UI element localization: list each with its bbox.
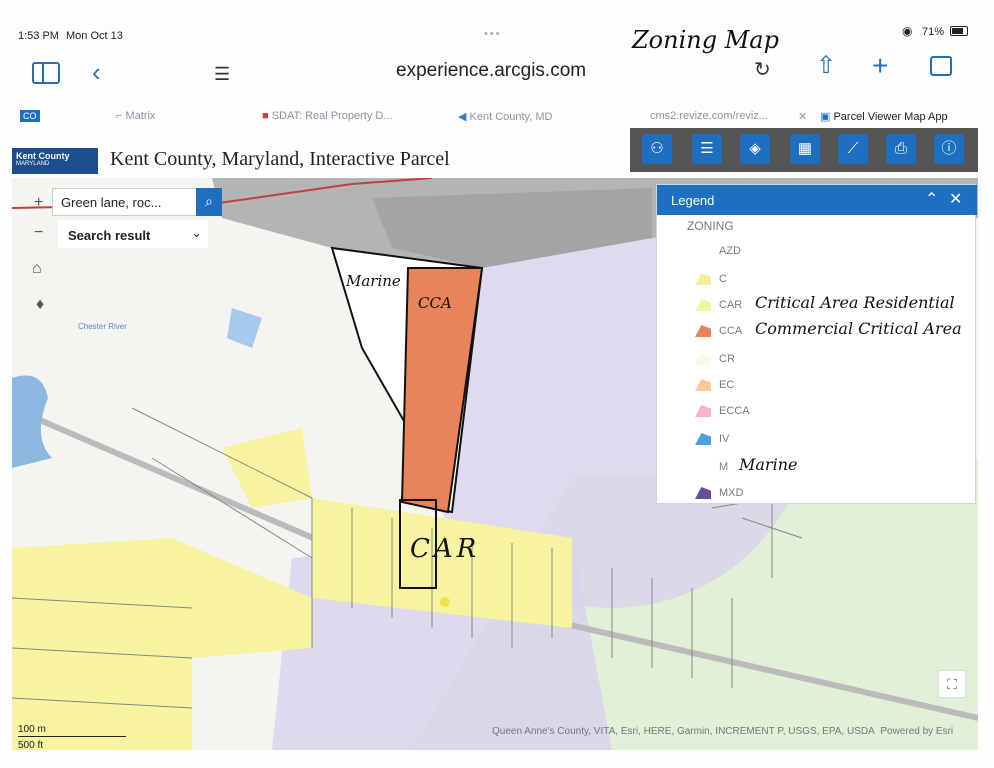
legend-swatch	[695, 299, 711, 311]
wifi-icon: ◉	[902, 24, 913, 38]
widget-toolbar: ⚇ ☰ ◈ ▦ ⟋ ⎙ ⓘ	[630, 128, 978, 172]
map-label-chester-river: Chester River	[78, 322, 127, 331]
print-icon[interactable]: ⎙	[886, 134, 916, 164]
search-result-marker	[440, 597, 450, 607]
measure-icon[interactable]: ⟋	[838, 134, 868, 164]
tab-matrix[interactable]: ⌐ Matrix	[116, 110, 155, 122]
legend-swatch	[695, 487, 711, 499]
more-dots-icon: •••	[484, 28, 502, 40]
legend-item: MXD	[695, 483, 975, 503]
legend-swatch	[695, 433, 711, 445]
legend-swatch	[695, 379, 711, 391]
tab-close-icon[interactable]: ✕	[798, 110, 807, 123]
layers-icon[interactable]: ◈	[740, 134, 770, 164]
legend-note-car: Critical Area Residential	[755, 293, 955, 312]
share-icon[interactable]: ⇧	[816, 54, 836, 78]
legend-item: CR	[695, 349, 975, 369]
close-icon[interactable]: ✕	[949, 189, 962, 209]
tab-parcel-viewer[interactable]: ▣ Parcel Viewer Map App	[820, 110, 948, 123]
powered-by-esri[interactable]: Powered by Esri	[880, 726, 953, 737]
legend-header: Legend ⌃ ✕	[657, 185, 977, 215]
legend-item: CCA Commercial Critical Area	[695, 319, 975, 341]
legend-swatch	[695, 405, 711, 417]
tab-bar: CO ⌐ Matrix ■ SDAT: Real Property D... ◀…	[0, 104, 994, 128]
legend-item: IV	[695, 429, 975, 449]
home-icon[interactable]: ⌂	[32, 260, 42, 278]
kent-county-logo: Kent County MARYLAND	[12, 148, 98, 174]
scale-imperial: 500 ft	[18, 740, 44, 751]
legend-item: EC	[695, 375, 975, 395]
map-label-car: CAR	[410, 534, 481, 564]
search-result-label: Search result	[68, 228, 151, 243]
legend-title: Legend	[671, 193, 715, 208]
address-bar[interactable]: experience.arcgis.com	[396, 60, 586, 82]
reload-icon[interactable]: ↻	[754, 58, 771, 82]
app-header: Kent County MARYLAND Kent County, Maryla…	[12, 148, 632, 176]
legend-item: C	[695, 269, 975, 289]
collapse-icon[interactable]: ⌃	[925, 189, 938, 209]
search-result-dropdown[interactable]: Search result ⌄	[58, 220, 208, 248]
tab-revize[interactable]: cms2.revize.com/reviz...	[650, 110, 768, 122]
reader-icon[interactable]: ☰	[214, 62, 230, 86]
legend-swatch	[695, 353, 711, 365]
chevron-down-icon: ⌄	[191, 225, 202, 240]
sidebar-toggle-icon[interactable]	[32, 62, 60, 84]
map-attribution[interactable]: Queen Anne's County, VITA, Esri, HERE, G…	[492, 726, 953, 737]
legend-item: AZD	[695, 241, 975, 261]
basemap-icon[interactable]: ⚇	[642, 134, 672, 164]
legend-item: CAR Critical Area Residential	[695, 293, 975, 315]
status-time: 1:53 PM	[18, 30, 59, 42]
search-value: Green lane, roc...	[61, 195, 162, 210]
info-icon[interactable]: ⓘ	[934, 134, 964, 164]
battery-level: 71%	[922, 26, 945, 38]
flag-icon: ■	[262, 110, 272, 122]
zoom-in-button[interactable]: +	[34, 194, 43, 212]
compass-icon[interactable]: ♦	[36, 296, 44, 314]
screenshot: 1:53 PM Mon Oct 13 71% ◉ ••• Zoning Map …	[0, 0, 994, 768]
arcgis-icon: ▣	[820, 111, 834, 123]
legend-swatch	[695, 245, 711, 257]
map-label-cca: CCA	[418, 294, 452, 312]
tab-sdat[interactable]: ■ SDAT: Real Property D...	[262, 110, 393, 122]
battery-icon	[950, 26, 968, 36]
tabs-overview-icon[interactable]	[930, 56, 952, 76]
legend-note-marine: Marine	[739, 455, 798, 474]
handwritten-title: Zoning Map	[632, 26, 779, 54]
grid-icon[interactable]: ▦	[790, 134, 820, 164]
back-icon[interactable]: ‹	[92, 59, 101, 85]
kent-bird-icon: ◀	[458, 111, 470, 123]
map-label-marine: Marine	[346, 272, 401, 290]
app-title: Kent County, Maryland, Interactive Parce…	[110, 148, 450, 170]
zoom-out-button[interactable]: −	[34, 224, 43, 242]
search-button[interactable]: ⌕	[196, 188, 222, 216]
legend-section-zoning: ZONING	[687, 219, 734, 233]
search-icon: ⌕	[205, 193, 213, 209]
legend-swatch	[695, 461, 711, 473]
legend-swatch	[695, 273, 711, 285]
status-date: Mon Oct 13	[66, 30, 123, 42]
legend-note-cca: Commercial Critical Area	[755, 319, 962, 338]
tab-kent-county[interactable]: ◀ Kent County, MD	[458, 110, 552, 123]
legend-panel: Legend ⌃ ✕ ZONING AZD C CAR Critical Are…	[656, 184, 977, 504]
scale-metric: 100 m	[18, 724, 46, 735]
new-tab-icon[interactable]: +	[872, 52, 888, 80]
fullscreen-icon[interactable]: ⛶	[938, 670, 966, 698]
legend-list-icon[interactable]: ☰	[692, 134, 722, 164]
tab-co[interactable]: CO	[20, 110, 40, 122]
legend-item: ECCA	[695, 401, 975, 421]
legend-item: M Marine	[695, 455, 975, 477]
scale-bar	[18, 736, 126, 737]
legend-swatch	[695, 325, 711, 337]
